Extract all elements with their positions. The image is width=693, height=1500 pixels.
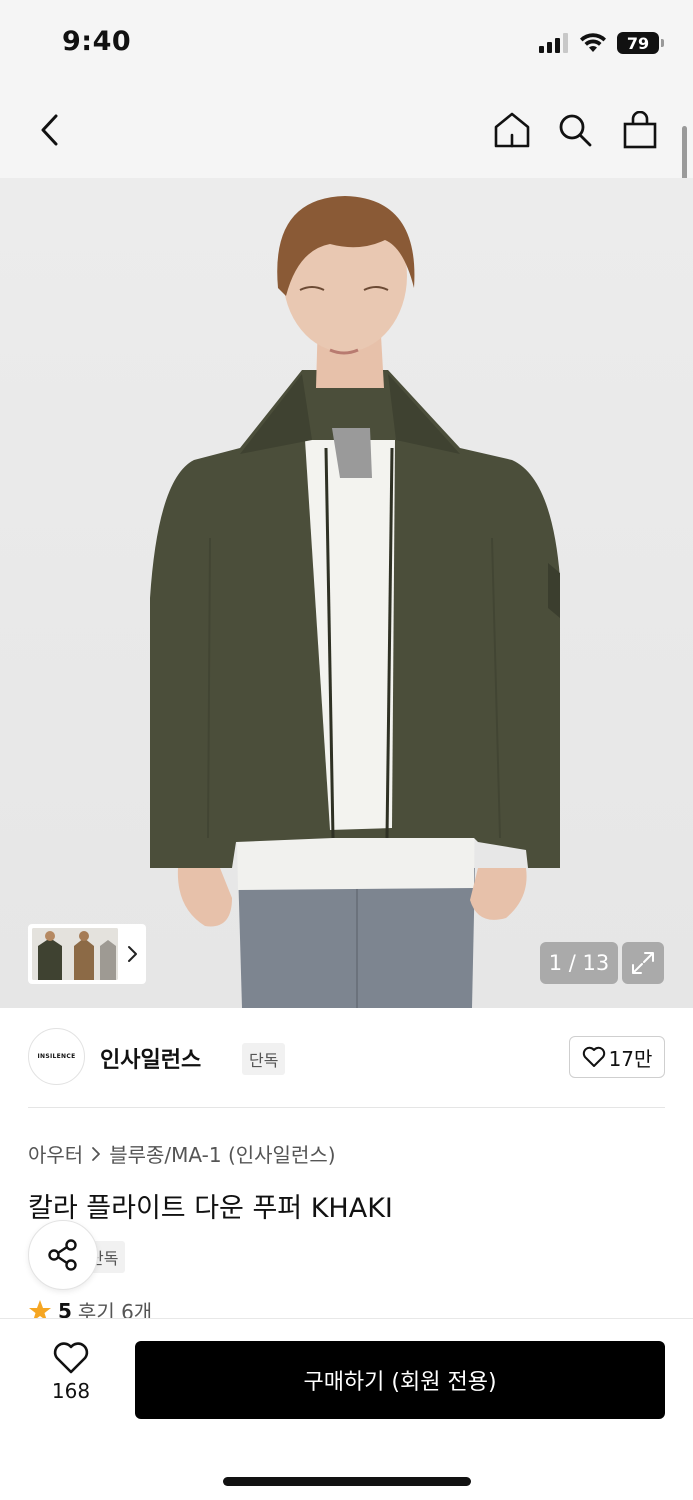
search-button[interactable] [553, 108, 597, 152]
brand-logo[interactable]: INSILENCE [28, 1028, 85, 1085]
home-button[interactable] [490, 108, 534, 152]
divider [28, 1107, 665, 1108]
status-icons: 79 [539, 30, 664, 56]
chevron-right-icon[interactable] [122, 943, 144, 965]
bottom-action-bar: 168 구매하기 (회원 전용) [0, 1318, 693, 1500]
expand-button[interactable] [622, 942, 664, 984]
back-icon [41, 114, 58, 146]
brand-name[interactable]: 인사일런스 [100, 1042, 201, 1074]
chevron-right-icon [92, 1146, 101, 1161]
share-button[interactable] [28, 1220, 98, 1290]
wishlist-count: 168 [51, 1379, 91, 1403]
signal-icon [539, 33, 568, 53]
image-counter: 1 / 13 [540, 942, 618, 984]
brand-exclusive-tag: 단독 [242, 1043, 286, 1075]
status-time: 9:40 [62, 26, 132, 57]
buy-button[interactable]: 구매하기 (회원 전용) [135, 1341, 665, 1419]
heart-icon [53, 1342, 89, 1374]
brand-like-button[interactable]: 17만 [569, 1036, 665, 1078]
product-title: 칼라 플라이트 다운 푸퍼 KHAKI [28, 1193, 393, 1224]
product-photo [150, 196, 560, 1008]
brand-logo-text: INSILENCE [37, 1053, 76, 1060]
share-icon [48, 1239, 77, 1271]
search-icon [559, 114, 592, 147]
thumbnail-strip[interactable] [28, 924, 146, 984]
breadcrumb: 아우터 블루종/MA-1 (인사일런스) [28, 1139, 336, 1168]
heart-icon [582, 1046, 605, 1067]
product-image-gallery[interactable]: 1 / 13 [0, 178, 693, 1008]
cart-button[interactable] [618, 108, 662, 152]
back-button[interactable] [28, 108, 72, 152]
top-nav [0, 88, 693, 178]
wishlist-button[interactable]: 168 [40, 1341, 102, 1411]
brand-like-count: 17만 [608, 1046, 653, 1071]
status-bar: 9:40 79 [0, 0, 693, 88]
home-icon [494, 112, 530, 148]
wifi-icon [580, 33, 606, 52]
brand-row: INSILENCE 인사일런스 단독 17만 [28, 1028, 665, 1086]
bag-icon [623, 111, 657, 149]
breadcrumb-category[interactable]: 아우터 [28, 1139, 83, 1168]
expand-icon [632, 952, 654, 974]
thumbnail-image[interactable] [32, 928, 118, 980]
battery-icon: 79 [617, 32, 664, 54]
breadcrumb-subcategory[interactable]: 블루종/MA-1 (인사일런스) [109, 1139, 335, 1168]
home-indicator [223, 1477, 471, 1486]
